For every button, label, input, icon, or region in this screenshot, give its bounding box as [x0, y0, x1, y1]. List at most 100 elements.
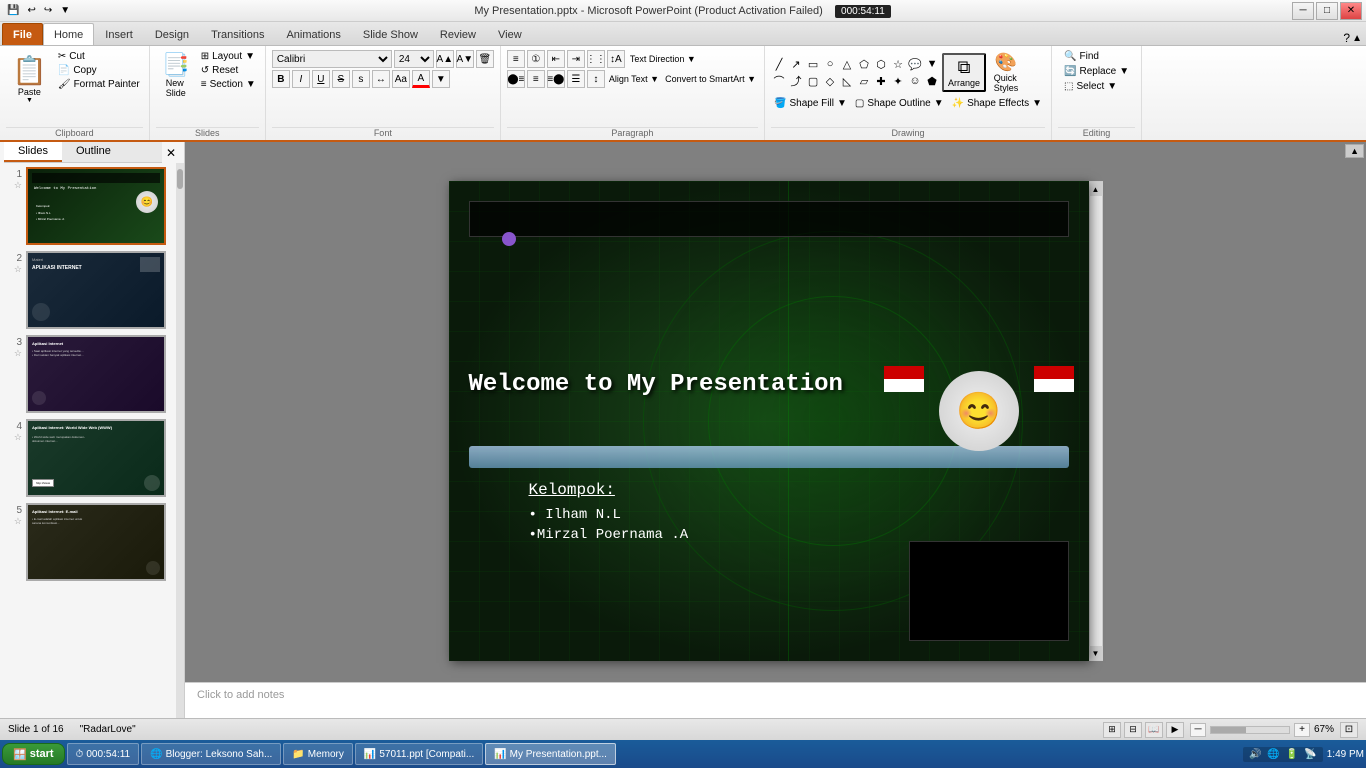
align-right-btn[interactable]: ≡⬤ — [547, 70, 565, 88]
numbering-btn[interactable]: ① — [527, 50, 545, 68]
align-left-btn[interactable]: ⬤≡ — [507, 70, 525, 88]
tab-slideshow[interactable]: Slide Show — [352, 23, 429, 45]
tab-insert[interactable]: Insert — [94, 23, 144, 45]
tab-outline[interactable]: Outline — [62, 142, 125, 162]
columns-btn[interactable]: ⋮⋮ — [587, 50, 605, 68]
shape-effects-button[interactable]: ✨ Shape Effects ▼ — [949, 97, 1045, 110]
scroll-up-btn[interactable]: ▲ — [1345, 144, 1364, 158]
shape-hex[interactable]: ⬡ — [873, 56, 889, 72]
save-qa-btn[interactable]: 💾 — [4, 4, 22, 17]
font-color-dropdown[interactable]: ▼ — [432, 70, 450, 88]
tab-animations[interactable]: Animations — [275, 23, 351, 45]
canvas-scroll-down[interactable]: ▼ — [1089, 646, 1103, 660]
slide-thumb-4[interactable]: Aplikasi Internet: World Wide Web (WWW) … — [26, 419, 166, 497]
maximize-btn[interactable]: □ — [1316, 2, 1338, 20]
bold-btn[interactable]: B — [272, 70, 290, 88]
ribbon-help-btn[interactable]: ? — [1343, 31, 1350, 45]
shape-line[interactable]: ╱ — [771, 56, 787, 72]
find-button[interactable]: 🔍 Find — [1061, 50, 1102, 63]
italic-btn[interactable]: I — [292, 70, 310, 88]
fit-zoom-btn[interactable]: ⊡ — [1340, 722, 1358, 738]
slide-thumb-3[interactable]: Aplikasi Internet • Saat aplikasi intern… — [26, 335, 166, 413]
panel-close-btn[interactable]: ✕ — [162, 144, 180, 162]
tab-view[interactable]: View — [487, 23, 533, 45]
font-spacing-btn[interactable]: ↔ — [372, 70, 390, 88]
cut-button[interactable]: ✂ Cut — [55, 50, 143, 63]
layout-button[interactable]: ⊞ Layout ▼ — [198, 50, 259, 63]
quick-styles-button[interactable]: 🎨 QuickStyles — [988, 50, 1024, 95]
slide-canvas[interactable]: Welcome to My Presentation Kelompok: • I… — [449, 181, 1089, 661]
slides-list[interactable]: 1 ☆ Welcome to My Presentation Kelompok:… — [0, 163, 176, 718]
slide-item-5[interactable]: 5 ☆ Aplikasi Internet: E-mail • E-mail a… — [4, 503, 172, 581]
close-btn[interactable]: ✕ — [1340, 2, 1362, 20]
tab-slides[interactable]: Slides — [4, 142, 62, 162]
decrease-indent-btn[interactable]: ⇤ — [547, 50, 565, 68]
font-size-select[interactable]: 24 — [394, 50, 434, 68]
shape-right-tri[interactable]: ◺ — [839, 73, 855, 89]
taskbar-timer[interactable]: ⏱ 000:54:11 — [67, 743, 140, 765]
shape-diamond[interactable]: ◇ — [822, 73, 838, 89]
align-center-btn[interactable]: ≡ — [527, 70, 545, 88]
slide-item-3[interactable]: 3 ☆ Aplikasi Internet • Saat aplikasi in… — [4, 335, 172, 413]
reset-button[interactable]: ↺ Reset — [198, 64, 259, 77]
shape-star4[interactable]: ✦ — [890, 73, 906, 89]
line-spacing-btn[interactable]: ↕ — [587, 70, 605, 88]
paste-button[interactable]: 📋 Paste ▼ — [6, 50, 53, 108]
slide-panel-scrollbar[interactable] — [176, 163, 184, 718]
paste-dropdown[interactable]: ▼ — [26, 97, 33, 104]
taskbar-blogger[interactable]: 🌐 Blogger: Leksono Sah... — [141, 743, 281, 765]
slideshow-btn[interactable]: ▶ — [1166, 722, 1184, 738]
shape-arrow[interactable]: ↗ — [788, 56, 804, 72]
taskbar-mypres[interactable]: 📊 My Presentation.ppt... — [485, 743, 616, 765]
zoom-slider[interactable] — [1210, 726, 1290, 734]
slide-thumb-2[interactable]: Materi APLIKASI INTERNET — [26, 251, 166, 329]
slide-sorter-btn[interactable]: ⊟ — [1124, 722, 1142, 738]
text-direction-btn[interactable]: ↕A — [607, 50, 625, 68]
justify-btn[interactable]: ☰ — [567, 70, 585, 88]
bullets-btn[interactable]: ≡ — [507, 50, 525, 68]
font-family-select[interactable]: Calibri — [272, 50, 392, 68]
font-color-btn[interactable]: A — [412, 70, 430, 88]
font-case-btn[interactable]: Aa — [392, 70, 410, 88]
shape-action[interactable]: ⬟ — [924, 73, 940, 89]
shape-outline-button[interactable]: ▢ Shape Outline ▼ — [852, 97, 947, 110]
canvas-scrollbar[interactable]: ▲ ▼ — [1089, 181, 1103, 661]
reading-view-btn[interactable]: 📖 — [1145, 722, 1163, 738]
shape-bend[interactable]: ⤴ — [788, 73, 804, 89]
taskbar-memory[interactable]: 📁 Memory — [283, 743, 353, 765]
decrease-font-btn[interactable]: A▼ — [456, 50, 474, 68]
zoom-out-btn[interactable]: ─ — [1190, 723, 1206, 737]
taskbar-57011[interactable]: 📊 57011.ppt [Compati... — [355, 743, 483, 765]
start-button[interactable]: 🪟 start — [2, 743, 65, 765]
ribbon-collapse-btn[interactable]: ▲ — [1352, 33, 1362, 44]
strikethrough-btn[interactable]: S — [332, 70, 350, 88]
new-slide-button[interactable]: 📑 NewSlide — [156, 50, 196, 100]
shape-pentagon[interactable]: ⬠ — [856, 56, 872, 72]
shape-rect[interactable]: ▭ — [805, 56, 821, 72]
replace-button[interactable]: 🔄 Replace ▼ — [1061, 65, 1132, 78]
zoom-in-btn[interactable]: + — [1294, 723, 1310, 737]
notes-area[interactable]: Click to add notes — [185, 682, 1366, 718]
select-button[interactable]: ⬚ Select ▼ — [1061, 80, 1120, 93]
slide-item-4[interactable]: 4 ☆ Aplikasi Internet: World Wide Web (W… — [4, 419, 172, 497]
shape-cross[interactable]: ✚ — [873, 73, 889, 89]
minimize-btn[interactable]: ─ — [1292, 2, 1314, 20]
tab-home[interactable]: Home — [43, 23, 94, 45]
section-button[interactable]: ≡ Section ▼ — [198, 78, 259, 91]
redo-qa-btn[interactable]: ↪ — [41, 4, 55, 17]
shape-fill-button[interactable]: 🪣 Shape Fill ▼ — [771, 97, 850, 110]
normal-view-btn[interactable]: ⊞ — [1103, 722, 1121, 738]
shape-more[interactable]: ▼ — [924, 56, 940, 72]
underline-btn[interactable]: U — [312, 70, 330, 88]
slide-thumb-1[interactable]: Welcome to My Presentation Kelompok: • I… — [26, 167, 166, 245]
arrange-button[interactable]: ⧉ Arrange — [942, 53, 986, 92]
shape-oval[interactable]: ○ — [822, 56, 838, 72]
undo-qa-btn[interactable]: ↩ — [24, 4, 38, 17]
slide-item-2[interactable]: 2 ☆ Materi APLIKASI INTERNET — [4, 251, 172, 329]
shape-callout[interactable]: 💬 — [907, 56, 923, 72]
shape-round-rect[interactable]: ▢ — [805, 73, 821, 89]
copy-button[interactable]: 📄 Copy — [55, 64, 143, 77]
canvas-scroll-up[interactable]: ▲ — [1089, 182, 1103, 196]
increase-font-btn[interactable]: A▲ — [436, 50, 454, 68]
slide-thumb-5[interactable]: Aplikasi Internet: E-mail • E-mail adala… — [26, 503, 166, 581]
